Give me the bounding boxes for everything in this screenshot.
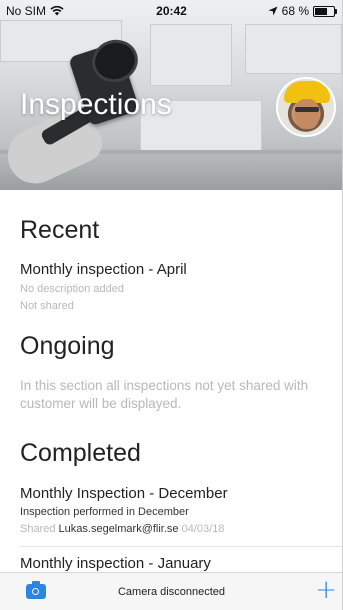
item-title[interactable]: Monthly Inspection - December — [20, 485, 228, 502]
page-title: Inspections — [20, 88, 172, 121]
shared-with-email: Lukas.segelmark@flir.se — [58, 523, 179, 535]
location-arrow-icon — [268, 6, 278, 16]
face-image — [295, 99, 319, 129]
shared-date: 04/03/18 — [181, 523, 225, 535]
item-share-status: Not shared — [20, 300, 74, 312]
background-panel — [150, 24, 232, 86]
item-description: No description added — [20, 283, 124, 295]
camera-status: Camera disconnected — [117, 586, 225, 598]
shared-label: Shared — [20, 523, 56, 535]
battery-icon — [313, 5, 337, 17]
user-avatar[interactable] — [276, 77, 336, 137]
status-bar: No SIM 20:42 68 % — [0, 0, 342, 22]
item-share-info: Shared Lukas.segelmark@flir.se 04/03/18 — [20, 523, 224, 535]
item-title[interactable]: Monthly inspection - January — [20, 555, 211, 572]
battery-percent: 68 % — [281, 4, 309, 18]
inspections-screen: Inspections No SIM 20:42 68 % Recent Mon… — [0, 0, 343, 610]
section-heading-ongoing: Ongoing — [20, 332, 115, 360]
plus-icon[interactable]: + — [315, 577, 337, 603]
ongoing-empty-message: In this section all inspections not yet … — [20, 378, 309, 411]
section-heading-recent: Recent — [20, 216, 100, 244]
divider — [20, 546, 342, 547]
battery-level — [315, 7, 328, 15]
glasses-image — [295, 107, 319, 112]
item-description: Inspection performed in December — [20, 506, 189, 518]
background-panel — [245, 24, 342, 74]
bottom-toolbar: Camera disconnected + — [0, 572, 342, 610]
section-heading-completed: Completed — [20, 439, 141, 467]
item-title[interactable]: Monthly inspection - April — [20, 261, 187, 278]
